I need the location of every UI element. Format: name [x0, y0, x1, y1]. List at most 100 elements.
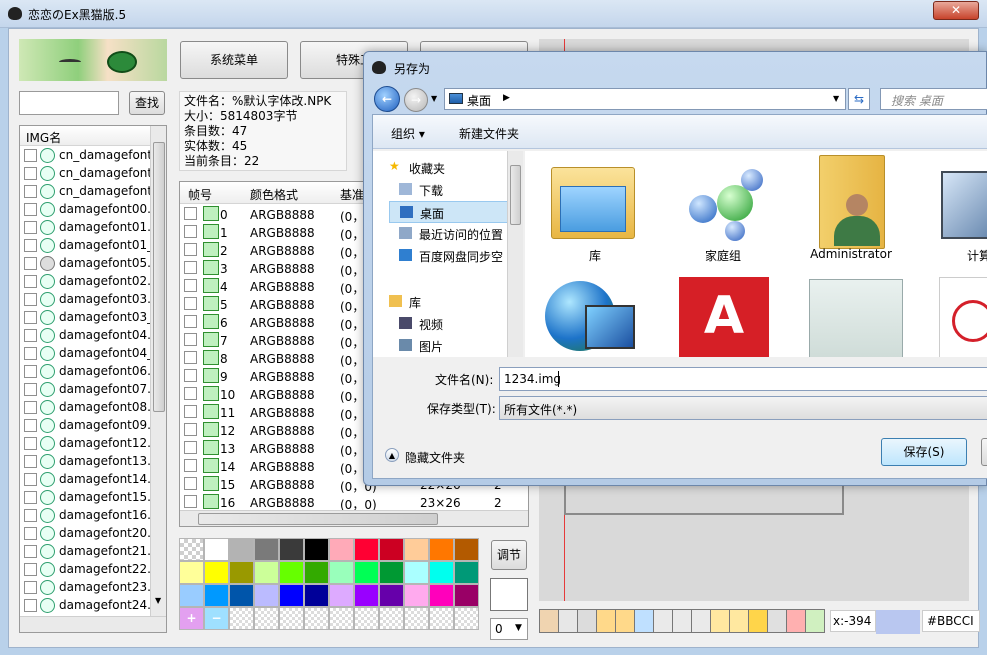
empty-swatch[interactable] [379, 607, 404, 630]
organize-button[interactable]: 组织 ▾ [391, 125, 425, 142]
rect-tool-icon[interactable] [748, 609, 768, 633]
nav-item[interactable]: 下载 [389, 179, 522, 201]
fill-tool-icon[interactable] [805, 609, 825, 633]
palette-swatch[interactable] [329, 584, 354, 607]
filetype-select[interactable]: 所有文件(*.*) [499, 396, 987, 420]
frame-checkbox[interactable] [184, 243, 197, 256]
breadcrumb-arrow-icon[interactable]: ▶ [503, 93, 510, 103]
frame-row[interactable]: 16 ARGB8888 (0，0) 23×26 2 [184, 494, 528, 510]
empty-swatch[interactable] [429, 607, 454, 630]
nav-item[interactable]: 桌面 [389, 201, 522, 223]
img-list-item[interactable]: cn_damagefont0 [24, 148, 152, 166]
text-tool-icon[interactable] [672, 609, 692, 633]
img-list-item[interactable]: damagefont24.im [24, 598, 152, 616]
img-checkbox[interactable] [24, 527, 37, 540]
img-checkbox[interactable] [24, 311, 37, 324]
img-list-item[interactable]: damagefont16.im [24, 508, 152, 526]
img-checkbox[interactable] [24, 419, 37, 432]
palette-swatch[interactable] [354, 538, 379, 561]
palette-swatch[interactable] [379, 561, 404, 584]
palette-swatch[interactable] [454, 538, 479, 561]
img-list-item[interactable]: damagefont05.im [24, 256, 152, 274]
refresh-button[interactable]: ⇆ [848, 88, 870, 110]
palette-swatch[interactable] [354, 584, 379, 607]
search-button[interactable]: 查找 [129, 91, 165, 115]
img-checkbox[interactable] [24, 383, 37, 396]
img-checkbox[interactable] [24, 599, 37, 612]
frame-table-hscrollbar[interactable] [180, 510, 528, 526]
img-checkbox[interactable] [24, 293, 37, 306]
frame-col-header[interactable]: 帧号 [188, 186, 212, 203]
palette-swatch[interactable] [179, 584, 204, 607]
img-list-item[interactable]: cn_damagefont0 [24, 184, 152, 202]
palette-swatch[interactable] [454, 561, 479, 584]
search-input[interactable] [19, 91, 119, 115]
palette-swatch[interactable] [279, 561, 304, 584]
nav-scrollbar[interactable] [507, 151, 523, 357]
img-checkbox[interactable] [24, 329, 37, 342]
grid-tool-icon[interactable] [539, 609, 559, 633]
img-list-item[interactable]: damagefont03_v [24, 310, 152, 328]
palette-swatch[interactable] [254, 561, 279, 584]
base-col-header[interactable]: 基准 [340, 186, 364, 203]
eyedropper-tool-icon[interactable] [786, 609, 806, 633]
empty-swatch[interactable] [304, 607, 329, 630]
frame-checkbox[interactable] [184, 207, 197, 220]
select-tool-icon[interactable] [634, 609, 654, 633]
frame-checkbox[interactable] [184, 315, 197, 328]
scroll-down-arrow-icon[interactable]: ▼ [155, 596, 161, 605]
palette-swatch[interactable] [329, 561, 354, 584]
history-chevron-icon[interactable]: ▼ [431, 94, 437, 103]
add-color-button[interactable]: + [179, 607, 204, 630]
img-list-item[interactable]: damagefont13.im [24, 454, 152, 472]
palette-swatch[interactable] [229, 538, 254, 561]
search-box[interactable]: 搜索 桌面 [880, 88, 987, 110]
img-checkbox[interactable] [24, 257, 37, 270]
frame-checkbox[interactable] [184, 261, 197, 274]
filename-input[interactable]: 1234.img [499, 367, 987, 391]
palette-swatch[interactable] [329, 538, 354, 561]
cat-tool-icon[interactable] [596, 609, 616, 633]
img-checkbox[interactable] [24, 563, 37, 576]
frame-checkbox[interactable] [184, 477, 197, 490]
img-checkbox[interactable] [24, 473, 37, 486]
img-list-item[interactable]: damagefont15.im [24, 490, 152, 508]
save-button[interactable]: 保存(S) [881, 438, 967, 466]
img-list-item[interactable]: damagefont14.im [24, 472, 152, 490]
palette-swatch[interactable] [454, 584, 479, 607]
img-checkbox[interactable] [24, 221, 37, 234]
img-list-item[interactable]: damagefont02.im [24, 274, 152, 292]
transparent-swatch[interactable] [179, 538, 204, 561]
img-checkbox[interactable] [24, 239, 37, 252]
img-list-item[interactable]: damagefont04_r [24, 346, 152, 364]
zoom-tool-icon[interactable] [653, 609, 673, 633]
forward-button[interactable]: → [404, 88, 428, 112]
img-checkbox[interactable] [24, 167, 37, 180]
crop-tool-icon[interactable] [691, 609, 711, 633]
frame-checkbox[interactable] [184, 459, 197, 472]
current-color-swatch[interactable] [490, 578, 528, 611]
layer-dropdown[interactable]: 0 ▼ [490, 618, 528, 640]
palette-swatch[interactable] [179, 561, 204, 584]
back-button[interactable]: ← [374, 86, 400, 112]
frame-checkbox[interactable] [184, 405, 197, 418]
network-globe-icon[interactable] [545, 275, 637, 357]
palette-swatch[interactable] [379, 538, 404, 561]
format-col-header[interactable]: 颜色格式 [250, 186, 298, 203]
img-checkbox[interactable] [24, 455, 37, 468]
palette-swatch[interactable] [279, 584, 304, 607]
palette-swatch[interactable] [404, 538, 429, 561]
palette-swatch[interactable] [429, 538, 454, 561]
palette-swatch[interactable] [404, 584, 429, 607]
img-list-item[interactable]: damagefont20.im [24, 526, 152, 544]
img-list[interactable]: IMG名 cn_damagefont0 cn_damagefont0 cn_dama… [19, 125, 167, 633]
img-checkbox[interactable] [24, 401, 37, 414]
film-tool-icon[interactable] [577, 609, 597, 633]
img-list-item[interactable]: damagefont22.im [24, 562, 152, 580]
palette-swatch[interactable] [304, 538, 329, 561]
brush-tool-icon[interactable] [767, 609, 787, 633]
frame-checkbox[interactable] [184, 495, 197, 508]
hide-folders-toggle[interactable]: ▲ 隐藏文件夹 [385, 447, 485, 467]
nav-item[interactable]: 库 [379, 291, 519, 313]
line-tool-icon[interactable] [729, 609, 749, 633]
